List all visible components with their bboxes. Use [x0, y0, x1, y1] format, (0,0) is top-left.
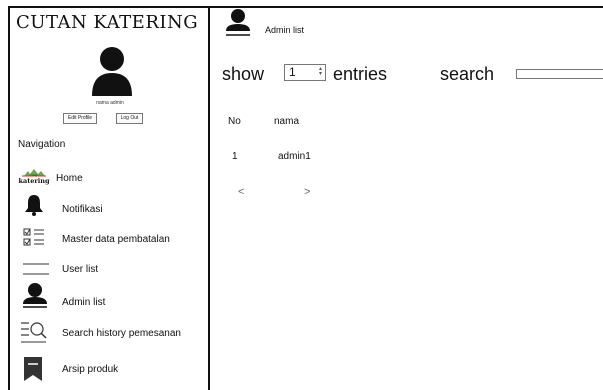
brand-title: CUTAN KATERING — [16, 12, 199, 33]
entries-value: 1 — [289, 65, 296, 79]
page-title: Admin list — [265, 25, 305, 35]
nav-item-arsip-produk[interactable]: Arsip produk — [10, 354, 208, 382]
stepper-arrows-icon[interactable]: ▴ ▾ — [319, 66, 322, 77]
logo-text-bottom: katering — [18, 177, 49, 185]
nav-item-label: Admin list — [62, 297, 106, 308]
nav-item-label: Master data pembatalan — [62, 234, 170, 245]
search-label: search — [440, 64, 495, 84]
checklist-icon — [23, 228, 44, 246]
lines-icon — [23, 263, 49, 275]
nav-item-notifikasi[interactable]: Notifikasi — [10, 192, 208, 220]
user-icon — [23, 283, 47, 308]
profile-name: nama admin — [96, 100, 124, 106]
column-header-nama: nama — [274, 116, 300, 127]
table-cell-no: 1 — [232, 151, 238, 162]
nav-item-label: Search history pemesanan — [62, 328, 181, 339]
logout-button[interactable]: Log Out — [116, 113, 143, 124]
edit-profile-button[interactable]: Edit Profile — [63, 113, 97, 124]
bookmark-icon — [24, 357, 42, 381]
nav-item-label: Home — [56, 173, 83, 184]
pager-next-button[interactable]: > — [304, 186, 310, 198]
table-cell-nama: admin1 — [278, 151, 311, 162]
navigation-heading: Navigation — [18, 139, 66, 150]
entries-stepper[interactable]: 1 ▴ ▾ — [284, 64, 326, 81]
katering-logo-icon: cutan katering — [18, 169, 50, 185]
search-input[interactable] — [516, 69, 603, 79]
pager-prev-button[interactable]: < — [238, 186, 244, 198]
show-label: show — [222, 64, 265, 84]
nav-item-label: Arsip produk — [62, 364, 119, 375]
nav-item-user-list[interactable]: User list — [10, 252, 208, 280]
nav-item-admin-list[interactable]: Admin list — [10, 283, 208, 312]
bell-icon — [25, 195, 43, 216]
sidebar: CUTAN KATERING nama admin Edit Profile L… — [10, 8, 210, 390]
column-header-no: No — [228, 116, 241, 127]
search-list-icon — [21, 322, 47, 343]
nav-item-label: User list — [62, 264, 99, 275]
nav-item-home[interactable]: cutan katering Home — [10, 162, 208, 190]
avatar-icon — [92, 47, 132, 96]
user-icon — [226, 9, 250, 36]
nav-item-master-data-pembatalan[interactable]: Master data pembatalan — [10, 222, 208, 250]
nav-item-search-history-pemesanan[interactable]: Search history pemesanan — [10, 318, 208, 346]
entries-label: entries — [333, 64, 388, 84]
nav-item-label: Notifikasi — [62, 204, 103, 215]
